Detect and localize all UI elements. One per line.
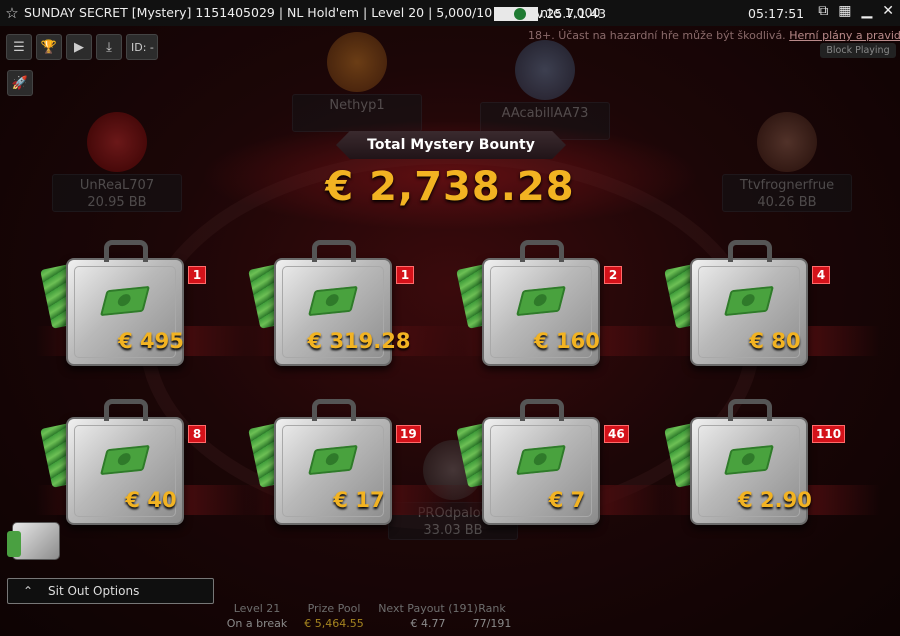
player-name: Nethyp1 xyxy=(329,98,385,113)
rank-value: 77/191 xyxy=(472,617,512,630)
bounty-case: € 7 46 xyxy=(452,397,672,547)
mystery-bounty-briefcase-icon[interactable] xyxy=(7,522,60,560)
bounty-case: € 2.90 110 xyxy=(660,397,880,547)
player-stack: 40.26 BB xyxy=(757,195,817,210)
stat-next-payout: Next Payout (191) € 4.77 xyxy=(376,601,480,631)
play-icon[interactable]: ▶ xyxy=(66,34,92,60)
window-title: SUNDAY SECRET [Mystery] 1151405029 | NL … xyxy=(24,5,600,21)
title-bar: ☆ SUNDAY SECRET [Mystery] 1151405029 | N… xyxy=(0,0,900,26)
stat-rank: Rank 77/191 xyxy=(470,601,514,631)
bounty-case: € 160 2 xyxy=(452,238,672,388)
bounty-amount: € 319.28 xyxy=(307,329,411,353)
bounty-count-badge: 1 xyxy=(188,266,206,284)
window-controls: ⧉ ▦ ▁ ✕ xyxy=(818,3,894,19)
prize-pool-label: Prize Pool xyxy=(307,602,361,615)
next-payout-value: € 4.77 xyxy=(410,617,446,630)
briefcase-handle xyxy=(728,240,772,262)
bounty-count-badge: 1 xyxy=(396,266,414,284)
prize-pool-value: € 5,464.55 xyxy=(304,617,364,630)
bounty-count-badge: 2 xyxy=(604,266,622,284)
title-overlay-icon xyxy=(494,6,539,21)
dragon-avatar xyxy=(87,112,147,172)
clock: 05:17:51 xyxy=(748,5,805,21)
player-seat[interactable]: UnReaL707 20.95 BB xyxy=(52,112,182,212)
briefcase-handle xyxy=(104,399,148,421)
trophy-icon[interactable]: 🏆 xyxy=(36,34,62,60)
briefcase-handle xyxy=(312,240,356,262)
bounty-count-badge: 46 xyxy=(604,425,629,443)
bounty-amount: € 7 xyxy=(548,488,586,512)
player-name: UnReaL707 xyxy=(79,178,155,193)
bounty-case: € 80 4 xyxy=(660,238,880,388)
briefcase-handle xyxy=(312,399,356,421)
client-version: v.25.7.1.43 xyxy=(536,5,607,21)
table-toolbar: ☰ 🏆 ▶ ⤓ ID: - xyxy=(6,34,158,60)
sit-out-label: Sit Out Options xyxy=(48,584,140,598)
level-value: On a break xyxy=(226,617,288,630)
shark-avatar xyxy=(515,40,575,100)
next-payout-label: Next Payout (191) xyxy=(378,602,478,615)
bounty-amount: € 80 xyxy=(749,329,801,353)
minimize-icon[interactable]: ▁ xyxy=(861,3,872,19)
bounty-count-badge: 19 xyxy=(396,425,421,443)
download-icon[interactable]: ⤓ xyxy=(96,34,122,60)
table-id-field[interactable]: ID: - xyxy=(126,34,158,60)
level-label: Level 21 xyxy=(233,602,281,615)
rank-label: Rank xyxy=(478,602,506,615)
tiger-avatar xyxy=(327,32,387,92)
briefcase-handle xyxy=(728,399,772,421)
briefcase-handle xyxy=(104,240,148,262)
bounty-amount: € 40 xyxy=(125,488,177,512)
sit-out-options-button[interactable]: ⌃ Sit Out Options xyxy=(7,578,214,604)
stat-prize-pool: Prize Pool € 5,464.55 xyxy=(296,601,372,631)
player-stack: 20.95 BB xyxy=(87,195,147,210)
briefcase-handle xyxy=(520,240,564,262)
bounty-case: € 319.28 1 xyxy=(244,238,464,388)
bounty-amount: € 495 xyxy=(118,329,184,353)
bounty-total: € 2,738.28 xyxy=(325,164,575,210)
bounty-amount: € 2.90 xyxy=(738,488,812,512)
stat-level: Level 21 On a break xyxy=(222,601,292,631)
rules-link[interactable]: Herní plány a pravidla. xyxy=(789,29,900,42)
bounty-count-badge: 4 xyxy=(812,266,830,284)
cash-icon xyxy=(7,531,21,557)
bounty-case: € 17 19 xyxy=(244,397,464,547)
window-title-left: SUNDAY SECRET [Mystery] 1151405029 | NL … xyxy=(24,5,493,21)
player-avatar xyxy=(757,112,817,172)
player-seat[interactable]: Ttvfrognerfrue 40.26 BB xyxy=(722,112,852,212)
double-chevron-up-icon: ⌃ xyxy=(22,584,34,598)
bounty-case: € 40 8 xyxy=(36,397,256,547)
favorite-star-icon[interactable]: ☆ xyxy=(0,4,24,22)
bounty-case: € 495 1 xyxy=(36,238,256,388)
bounty-header-text: Total Mystery Bounty xyxy=(367,137,535,153)
bounty-count-badge: 8 xyxy=(188,425,206,443)
tile-windows-icon[interactable]: ▦ xyxy=(838,3,851,19)
close-icon[interactable]: ✕ xyxy=(882,3,894,19)
player-plate: Ttvfrognerfrue 40.26 BB xyxy=(722,174,852,212)
block-playing-button[interactable]: Block Playing xyxy=(820,43,896,58)
briefcase-handle xyxy=(520,399,564,421)
menu-icon[interactable]: ☰ xyxy=(6,34,32,60)
player-plate: UnReaL707 20.95 BB xyxy=(52,174,182,212)
player-seat[interactable]: Nethyp1 xyxy=(292,32,422,132)
restore-window-icon[interactable]: ⧉ xyxy=(818,3,828,19)
block-playing-label: Block Playing xyxy=(826,45,890,56)
bounty-amount: € 17 xyxy=(333,488,385,512)
bounty-count-badge: 110 xyxy=(812,425,846,443)
bounty-header: Total Mystery Bounty xyxy=(336,131,566,159)
rocket-icon[interactable]: 🚀 xyxy=(7,70,33,96)
bounty-amount: € 160 xyxy=(534,329,600,353)
player-name: Ttvfrognerfrue xyxy=(739,178,835,193)
